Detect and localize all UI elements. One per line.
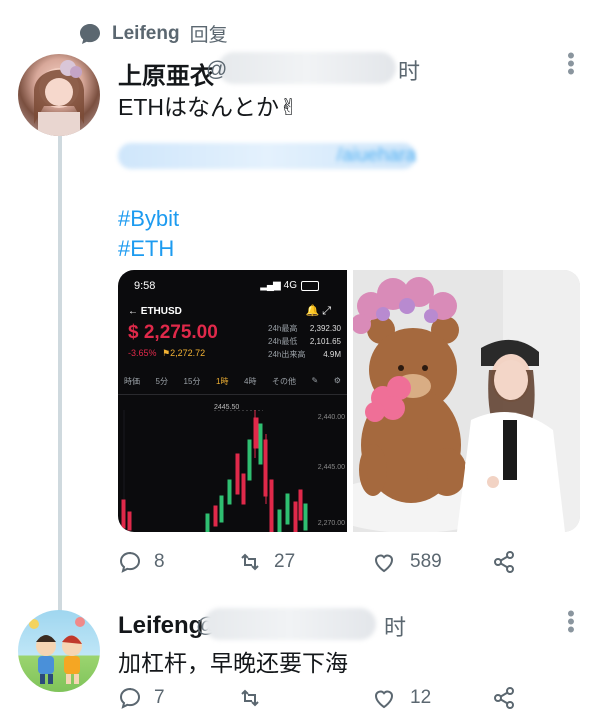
like-button[interactable]: 589 [372, 550, 492, 574]
bell-icon[interactable]: 🔔 ⤢ [305, 304, 331, 318]
reply-indicator: Leifeng 回复 [78, 20, 228, 47]
retweet-icon [241, 689, 259, 707]
share-icon [494, 551, 514, 573]
candlestick-chart [121, 410, 308, 532]
reply-actions: 7 12 [118, 686, 578, 710]
divider [118, 394, 347, 395]
reply-indicator-action: 回复 [189, 25, 228, 46]
reply-time[interactable]: 时 [384, 610, 406, 642]
signal-icon: ▂▄▆ [260, 280, 280, 291]
status-bar: ▂▄▆ 4G [260, 280, 319, 291]
current-price: $ 2,275.00 [128, 322, 218, 343]
heart-icon [374, 690, 394, 709]
photo-illustration [353, 270, 580, 532]
retweet-count: 27 [274, 551, 296, 572]
speech-bubble-icon [80, 23, 100, 44]
avatar-portrait [34, 60, 84, 136]
price-change: -3.65% [128, 348, 157, 358]
reply-icon [119, 551, 141, 573]
like-button[interactable]: 12 [372, 686, 492, 710]
timeframe-tabs[interactable]: 時価 5分 15分 1時 4時 その他 ✎ ⚙ [124, 376, 341, 387]
like-count: 589 [410, 551, 442, 572]
tweet-time[interactable]: 时 [398, 54, 420, 86]
reply-button[interactable]: 7 [118, 686, 238, 710]
tweet-author-handle-redacted [218, 52, 396, 84]
thread-line [58, 136, 62, 611]
phone-time: 9:58 [134, 280, 156, 292]
tweet-link-redacted[interactable]: /aiuehara [118, 143, 416, 169]
stats-values: 2,392.30 2,101.65 4.9M [309, 324, 341, 359]
draw-tool-icon: ✎ [311, 376, 319, 385]
pair-label: ← ETHUSD [128, 306, 182, 317]
hashtag-eth[interactable]: #ETH [118, 236, 174, 262]
photo-bear-bouquet[interactable] [353, 270, 580, 532]
tweet-author-name[interactable]: 上原亜衣 [118, 56, 214, 91]
reply-indicator-user[interactable]: Leifeng [112, 23, 180, 45]
tweet-text: ETHはなんとか✌ [118, 94, 299, 120]
reply-count: 8 [154, 551, 165, 572]
tweet-actions: 8 27 589 [118, 550, 578, 574]
share-button[interactable] [492, 686, 516, 710]
tweet-media[interactable]: 9:58 ▂▄▆ 4G ← ETHUSD 🔔 ⤢ $ 2,275.00 -3.6… [118, 270, 580, 532]
network-label: 4G [283, 280, 297, 291]
reply-author-handle-redacted [204, 608, 376, 640]
avatar[interactable] [18, 610, 100, 692]
retweet-icon [241, 553, 259, 571]
avatar-cartoon-kids [29, 617, 85, 684]
flag-price: ⚑2,272.72 [162, 348, 206, 358]
hashtag-bybit[interactable]: #Bybit [118, 206, 179, 232]
avatar[interactable] [18, 54, 100, 136]
retweet-button[interactable] [238, 686, 372, 710]
tweet-link-tail: /aiuehara [336, 145, 416, 166]
reply-text: 加杠杆，早晚还要下海 [118, 650, 348, 676]
back-icon[interactable]: ← [128, 306, 138, 317]
trading-app-screenshot[interactable]: 9:58 ▂▄▆ 4G ← ETHUSD 🔔 ⤢ $ 2,275.00 -3.6… [118, 270, 347, 532]
reply-icon [119, 687, 141, 709]
battery-icon [301, 280, 319, 291]
stats-labels: 24h最高 24h最低 24h出来高 [268, 324, 306, 359]
reply-author-name[interactable]: Leifeng [118, 612, 203, 640]
more-options-icon[interactable]: • • • [566, 45, 575, 83]
share-button[interactable] [492, 550, 516, 574]
share-icon [494, 687, 514, 709]
pair-name: ETHUSD [140, 306, 182, 317]
tweet-handle-prefix: @ [206, 58, 228, 81]
retweet-button[interactable]: 27 [238, 550, 372, 574]
reply-button[interactable]: 8 [118, 550, 238, 574]
more-options-icon[interactable]: • • • [566, 603, 575, 641]
settings-icon: ⚙ [333, 376, 341, 385]
heart-icon [374, 554, 394, 573]
